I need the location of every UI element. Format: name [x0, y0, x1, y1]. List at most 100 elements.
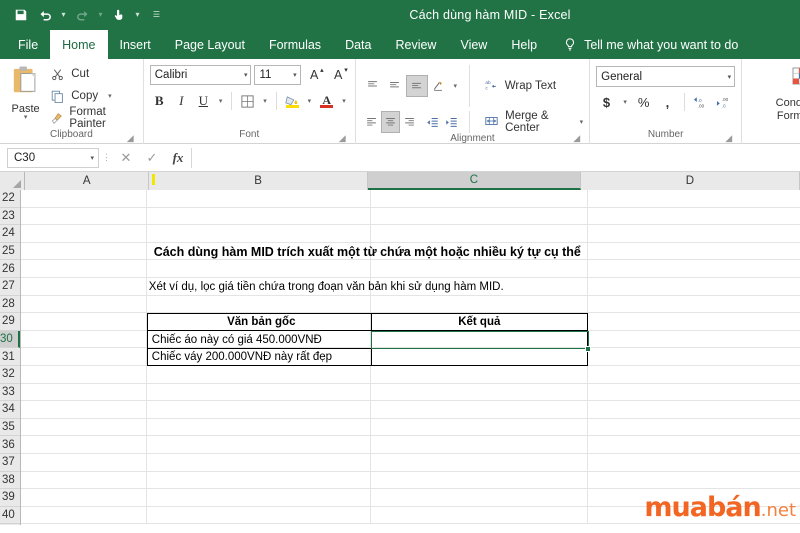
- cell-a35[interactable]: [21, 418, 147, 436]
- cell-d27[interactable]: [588, 278, 800, 295]
- cell-a24[interactable]: [21, 225, 147, 242]
- column-header-c[interactable]: C: [368, 172, 581, 190]
- cell-c28[interactable]: [371, 295, 588, 313]
- cell-d30[interactable]: [588, 331, 800, 348]
- cell-d31[interactable]: [588, 348, 800, 365]
- cell-a25[interactable]: [21, 242, 147, 260]
- row-header-39[interactable]: 39: [0, 489, 20, 507]
- cell-a40[interactable]: [21, 506, 147, 524]
- cell-b32[interactable]: [147, 365, 371, 383]
- cell-d23[interactable]: [588, 208, 800, 225]
- wrap-text-button[interactable]: ab c Wrap Text: [478, 75, 556, 97]
- font-size-combo[interactable]: 11 ▾: [254, 65, 301, 85]
- cell-d36[interactable]: [588, 436, 800, 453]
- row-header-25[interactable]: 25: [0, 242, 20, 261]
- cell-b38[interactable]: [147, 471, 371, 489]
- cell-d26[interactable]: [588, 260, 800, 277]
- clipboard-dialog-launcher-icon[interactable]: ◢: [126, 134, 135, 143]
- grid-cells[interactable]: Cách dùng hàm MID trích xuất một từ chứa…: [20, 190, 800, 525]
- align-middle-button[interactable]: [384, 75, 406, 97]
- merge-center-button[interactable]: Merge & Center ▾: [478, 110, 584, 134]
- cell-d33[interactable]: [588, 384, 800, 401]
- cell-d32[interactable]: [588, 366, 800, 383]
- cell-d25[interactable]: [588, 243, 800, 260]
- ribbon-tab-bar[interactable]: File Home Insert Page Layout Formulas Da…: [0, 30, 800, 59]
- spreadsheet-grid[interactable]: A B C D 22 23 24 25 26 27 28 29 30 31 32…: [0, 172, 800, 525]
- cell-b30[interactable]: [147, 330, 371, 348]
- undo-dropdown-icon[interactable]: ▾: [58, 4, 69, 26]
- cell-b26[interactable]: [147, 260, 371, 277]
- cell-b40[interactable]: [147, 506, 371, 524]
- cell-b39[interactable]: [147, 489, 371, 506]
- cell-a33[interactable]: [21, 383, 147, 401]
- merge-center-dropdown-icon[interactable]: ▾: [580, 118, 584, 126]
- borders-button[interactable]: [238, 90, 257, 112]
- font-size-dropdown-icon[interactable]: ▾: [293, 71, 297, 79]
- tab-data[interactable]: Data: [333, 30, 383, 59]
- cell-b29[interactable]: [147, 313, 371, 330]
- row-header-27[interactable]: 27: [0, 277, 20, 296]
- customize-qat-icon[interactable]: ☰: [151, 4, 162, 26]
- tab-file[interactable]: File: [6, 30, 50, 59]
- tab-formulas[interactable]: Formulas: [257, 30, 333, 59]
- save-icon[interactable]: [10, 4, 32, 26]
- cell-a23[interactable]: [21, 207, 147, 225]
- underline-dropdown-icon[interactable]: ▾: [216, 90, 226, 112]
- cell-a26[interactable]: [21, 260, 147, 277]
- copy-button[interactable]: Copy ▾: [49, 87, 137, 106]
- cell-a39[interactable]: [21, 489, 147, 506]
- row-header-32[interactable]: 32: [0, 365, 20, 384]
- cell-c32[interactable]: [371, 365, 588, 383]
- row-header-35[interactable]: 35: [0, 418, 20, 437]
- row-header-37[interactable]: 37: [0, 453, 20, 472]
- cancel-formula-button[interactable]: ✕: [113, 148, 139, 168]
- font-dialog-launcher-icon[interactable]: ◢: [338, 134, 347, 143]
- cell-a37[interactable]: [21, 453, 147, 471]
- increase-font-size-button[interactable]: A ▴: [304, 64, 325, 86]
- cell-c38[interactable]: [371, 471, 588, 489]
- align-right-button[interactable]: [400, 111, 419, 133]
- cell-b22[interactable]: [147, 190, 371, 207]
- align-bottom-button[interactable]: [405, 75, 428, 97]
- conditional-formatting-button[interactable]: Conditional Formatting: [748, 63, 800, 129]
- cell-b33[interactable]: [147, 383, 371, 401]
- cell-b25[interactable]: [147, 242, 371, 260]
- cell-c23[interactable]: [371, 207, 588, 225]
- cut-button[interactable]: Cut: [49, 65, 137, 84]
- tab-home[interactable]: Home: [50, 30, 108, 59]
- decrease-indent-button[interactable]: [424, 111, 443, 133]
- row-header-28[interactable]: 28: [0, 295, 20, 314]
- borders-dropdown-icon[interactable]: ▾: [260, 90, 270, 112]
- insert-function-button[interactable]: fx: [165, 148, 191, 168]
- cell-a27[interactable]: [21, 277, 147, 295]
- row-header-24[interactable]: 24: [0, 225, 20, 243]
- row-header-31[interactable]: 31: [0, 348, 20, 366]
- redo-icon[interactable]: [71, 4, 93, 26]
- undo-icon[interactable]: [34, 4, 56, 26]
- cell-a32[interactable]: [21, 365, 147, 383]
- cell-a34[interactable]: [21, 401, 147, 418]
- tab-insert[interactable]: Insert: [108, 30, 163, 59]
- percent-style-button[interactable]: %: [633, 91, 654, 113]
- fill-color-button[interactable]: [283, 90, 302, 112]
- cell-c36[interactable]: [371, 436, 588, 453]
- cell-d34[interactable]: [588, 401, 800, 418]
- font-color-dropdown-icon[interactable]: ▾: [339, 90, 349, 112]
- column-header-a[interactable]: A: [25, 172, 149, 190]
- increase-decimal-button[interactable]: .0.00: [691, 91, 712, 113]
- cell-c37[interactable]: [371, 453, 588, 471]
- cell-b28[interactable]: [147, 295, 371, 313]
- cell-c26[interactable]: [371, 260, 588, 277]
- cell-c31[interactable]: [371, 348, 588, 365]
- cell-d29[interactable]: [588, 313, 800, 330]
- cell-b34[interactable]: [147, 401, 371, 418]
- row-header-33[interactable]: 33: [0, 383, 20, 402]
- currency-dropdown-icon[interactable]: ▾: [620, 91, 630, 113]
- comma-style-button[interactable]: ,: [657, 91, 678, 113]
- row-header-23[interactable]: 23: [0, 207, 20, 226]
- cell-b24[interactable]: [147, 225, 371, 242]
- tab-view[interactable]: View: [448, 30, 499, 59]
- cell-a30[interactable]: [21, 330, 147, 348]
- row-header-30[interactable]: 30: [0, 330, 20, 349]
- alignment-dialog-launcher-icon[interactable]: ◢: [572, 134, 581, 143]
